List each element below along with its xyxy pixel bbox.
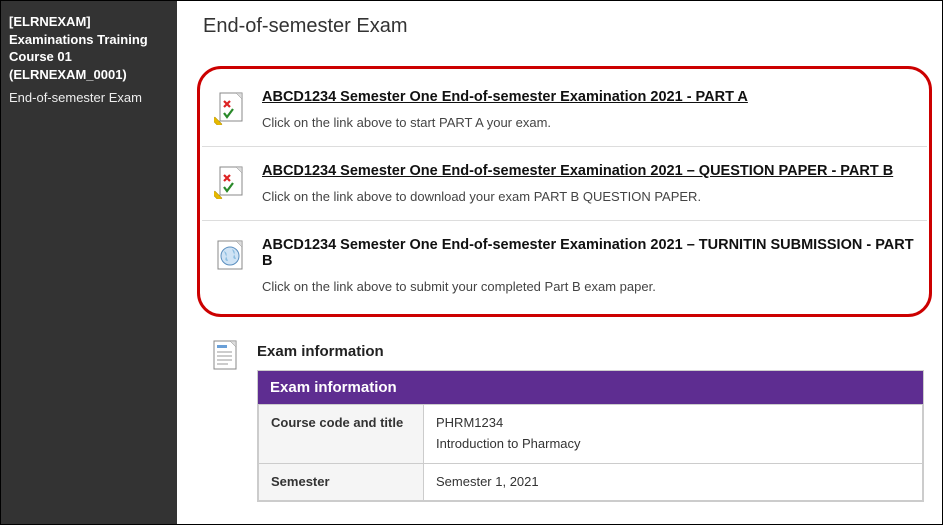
exam-information-body: Exam information Exam information Course… bbox=[245, 337, 924, 502]
table-row-value: Semester 1, 2021 bbox=[424, 463, 923, 501]
table-row: Course code and title PHRM1234Introducti… bbox=[259, 405, 923, 464]
exam-information-table-title: Exam information bbox=[258, 371, 923, 404]
content-item-desc: Click on the link above to download your… bbox=[262, 189, 917, 204]
content-item-body: ABCD1234 Semester One End-of-semester Ex… bbox=[250, 237, 917, 294]
content-item-desc: Click on the link above to start PART A … bbox=[262, 115, 917, 130]
exam-information-heading: Exam information bbox=[257, 343, 924, 360]
content-item: ABCD1234 Semester One End-of-semester Ex… bbox=[202, 147, 927, 221]
breadcrumb-current[interactable]: End-of-semester Exam bbox=[9, 89, 169, 107]
content-item-body: ABCD1234 Semester One End-of-semester Ex… bbox=[250, 163, 917, 204]
content-item-desc: Click on the link above to submit your c… bbox=[262, 279, 917, 294]
table-row: Semester Semester 1, 2021 bbox=[259, 463, 923, 501]
content-item: ABCD1234 Semester One End-of-semester Ex… bbox=[202, 221, 927, 310]
content-item-link[interactable]: ABCD1234 Semester One End-of-semester Ex… bbox=[262, 163, 917, 179]
table-row-label: Semester bbox=[259, 463, 424, 501]
content-item-link[interactable]: ABCD1234 Semester One End-of-semester Ex… bbox=[262, 89, 917, 105]
content-item: ABCD1234 Semester One End-of-semester Ex… bbox=[202, 73, 927, 147]
main-content: End-of-semester Exam ABCD1234 Semester O… bbox=[177, 1, 942, 524]
test-icon bbox=[210, 89, 250, 130]
globe-icon bbox=[210, 237, 250, 294]
test-icon bbox=[210, 163, 250, 204]
table-row-value: PHRM1234Introduction to Pharmacy bbox=[424, 405, 923, 464]
exam-links-highlight: ABCD1234 Semester One End-of-semester Ex… bbox=[197, 66, 932, 317]
exam-information-block: Exam information Exam information Course… bbox=[197, 331, 934, 502]
content-item-title: ABCD1234 Semester One End-of-semester Ex… bbox=[262, 237, 917, 269]
content-item-body: ABCD1234 Semester One End-of-semester Ex… bbox=[250, 89, 917, 130]
course-title[interactable]: [ELRNEXAM] Examinations Training Course … bbox=[9, 13, 169, 83]
document-icon bbox=[205, 337, 245, 502]
exam-information-table: Exam information Course code and title P… bbox=[257, 370, 924, 502]
page-title: End-of-semester Exam bbox=[203, 15, 934, 38]
table-row-label: Course code and title bbox=[259, 405, 424, 464]
sidebar: [ELRNEXAM] Examinations Training Course … bbox=[1, 1, 177, 524]
